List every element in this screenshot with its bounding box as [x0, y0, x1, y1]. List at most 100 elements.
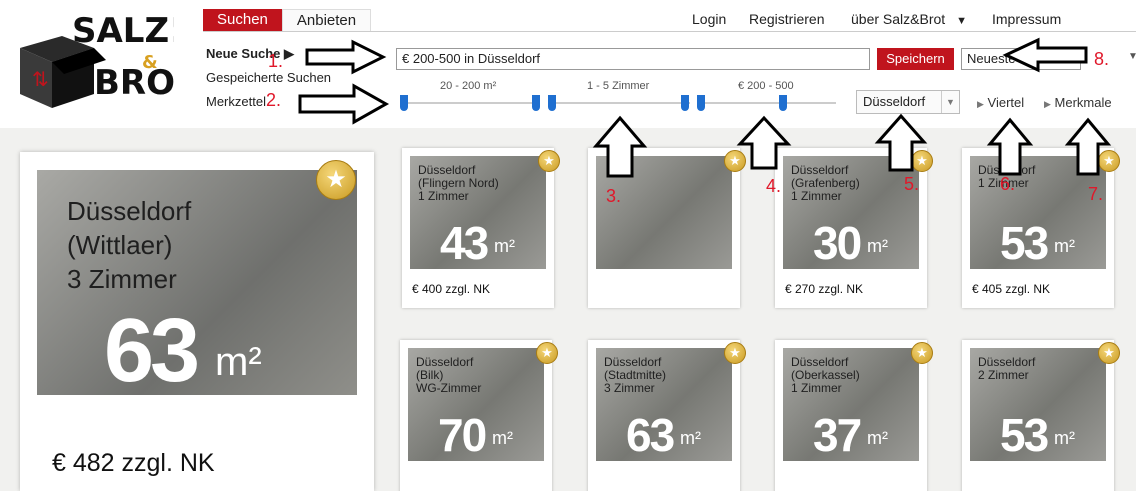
listing-area: 70 [438, 409, 487, 461]
listing-unit: m² [867, 428, 888, 448]
listing-location: Düsseldorf (Bilk) WG-Zimmer [416, 356, 481, 395]
listing-location: Düsseldorf (Stadtmitte) 3 Zimmer [604, 356, 666, 395]
featured-area: 63 [104, 301, 200, 401]
listing-price: € 400 zzgl. NK [412, 282, 491, 296]
annotation-label: 6. [1000, 174, 1016, 194]
area-min-handle[interactable] [400, 95, 408, 111]
area-max-handle[interactable] [532, 95, 540, 111]
chevron-down-icon: ▼ [941, 91, 959, 113]
price-slider-label: € 200 - 500 [738, 80, 794, 92]
features-link-label: Merkmale [1054, 95, 1112, 110]
listing-rooms: 1 Zimmer [791, 189, 842, 203]
login-link[interactable]: Login [692, 11, 726, 27]
area-slider-label: 20 - 200 m² [440, 80, 497, 92]
save-search-button[interactable]: Speichern [877, 48, 954, 70]
listing-unit: m² [867, 236, 888, 256]
listing-card[interactable]: Düsseldorf (Flingern Nord) 1 Zimmer 43 m² € 4… [402, 148, 554, 308]
listing-card[interactable]: Düsseldorf (Grafenberg) 1 Zimmer 30 m² € 270 … [775, 148, 927, 308]
district-link[interactable]: ▶ Viertel [977, 95, 1024, 110]
listing-location: Düsseldorf (Grafenberg) 1 Zimmer [791, 164, 860, 203]
annotation-label: 2. [266, 90, 282, 110]
main-tabs: Suchen Anbieten [203, 9, 372, 31]
logo-text-2: BROT [94, 63, 174, 103]
price-max-handle[interactable] [779, 95, 787, 111]
annotation-arrow-up [736, 115, 792, 170]
sort-chevron-icon[interactable]: ▼ [1128, 51, 1136, 62]
annotation-label: 8. [1094, 49, 1110, 69]
featured-listing-card[interactable]: Düsseldorf (Wittlaer) 3 Zimmer 63 m² € 4… [20, 152, 374, 491]
rooms-slider-track[interactable] [550, 102, 690, 104]
annotation-label: 4. [766, 176, 782, 196]
features-link[interactable]: ▶ Merkmale [1044, 95, 1112, 110]
listing-location: Düsseldorf 2 Zimmer [978, 356, 1035, 382]
svg-text:⇅: ⇅ [32, 67, 49, 91]
listing-price: € 270 zzgl. NK [785, 282, 864, 296]
listing-rooms: 3 Zimmer [604, 381, 655, 395]
listing-unit: m² [680, 428, 701, 448]
star-icon[interactable]: ★ [538, 150, 560, 172]
listing-card[interactable]: Düsseldorf (Stadtmitte) 3 Zimmer 63 m² [588, 340, 740, 491]
annotation-arrow-up [986, 117, 1034, 176]
listing-rooms: 2 Zimmer [978, 368, 1029, 382]
city-select[interactable]: Düsseldorf ▼ [856, 90, 960, 114]
annotation-arrow-right [298, 83, 390, 125]
logo-text-1: SALZ! [72, 11, 174, 51]
area-slider-track[interactable] [404, 102, 540, 104]
chevron-down-icon: ▼ [956, 15, 967, 27]
triangle-right-icon: ▶ [977, 99, 984, 109]
rooms-max-handle[interactable] [681, 95, 689, 111]
listing-unit: m² [1054, 428, 1075, 448]
listing-rooms: 1 Zimmer [418, 189, 469, 203]
featured-location: Düsseldorf (Wittlaer) 3 Zimmer [67, 194, 191, 296]
listing-unit: m² [1054, 236, 1075, 256]
listing-unit: m² [492, 428, 513, 448]
rooms-slider-label: 1 - 5 Zimmer [587, 80, 650, 92]
listing-photo: Düsseldorf (Oberkassel) 1 Zimmer 37 m² [783, 348, 919, 461]
listing-photo: Düsseldorf (Flingern Nord) 1 Zimmer 43 m² [410, 156, 546, 269]
listing-card[interactable]: Düsseldorf (Oberkassel) 1 Zimmer 37 m² [775, 340, 927, 491]
price-slider-track[interactable] [700, 102, 836, 104]
star-icon[interactable]: ★ [536, 342, 558, 364]
triangle-right-icon: ▶ [1044, 99, 1051, 109]
listing-unit: m² [494, 236, 515, 256]
featured-unit: m² [215, 340, 262, 384]
tab-suchen[interactable]: Suchen [203, 9, 282, 31]
listing-photo: Düsseldorf (Stadtmitte) 3 Zimmer 63 m² [596, 348, 732, 461]
district-link-label: Viertel [987, 95, 1025, 110]
featured-district: (Wittlaer) [67, 230, 173, 260]
tab-anbieten[interactable]: Anbieten [281, 9, 372, 31]
annotation-arrow-left [1002, 37, 1088, 73]
listing-price: € 405 zzgl. NK [972, 282, 1051, 296]
listing-location: Düsseldorf (Flingern Nord) 1 Zimmer [418, 164, 499, 203]
rooms-min-handle[interactable] [548, 95, 556, 111]
annotation-arrow-right [305, 39, 387, 75]
tab-divider [203, 31, 1136, 32]
listing-location: Düsseldorf (Oberkassel) 1 Zimmer [791, 356, 860, 395]
star-icon[interactable]: ★ [724, 342, 746, 364]
annotation-arrow-up [592, 115, 648, 178]
register-link[interactable]: Registrieren [749, 11, 824, 27]
listing-area: 63 [626, 409, 675, 461]
featured-rooms: 3 Zimmer [67, 264, 177, 294]
imprint-link[interactable]: Impressum [992, 11, 1061, 27]
about-menu-label: über Salz&Brot [851, 11, 946, 27]
listing-photo: Düsseldorf (Grafenberg) 1 Zimmer 30 m² [783, 156, 919, 269]
annotation-label: 5. [904, 174, 920, 194]
listing-rooms: WG-Zimmer [416, 381, 482, 395]
annotation-label: 1. [268, 51, 284, 71]
header: ⇅ SALZ! & BROT Suchen Anbieten Login Reg… [0, 0, 1136, 128]
city-select-value: Düsseldorf [863, 94, 926, 109]
price-min-handle[interactable] [697, 95, 705, 111]
about-menu[interactable]: über Salz&Brot ▼ [851, 11, 967, 27]
star-icon[interactable]: ★ [316, 160, 356, 200]
search-input[interactable]: € 200-500 in Düsseldorf [396, 48, 870, 70]
listing-area: 37 [813, 409, 862, 461]
star-icon[interactable]: ★ [1098, 342, 1120, 364]
listing-card[interactable]: Düsseldorf 2 Zimmer 53 m² [962, 340, 1114, 491]
logo[interactable]: ⇅ SALZ! & BROT [14, 8, 174, 108]
star-icon[interactable]: ★ [911, 342, 933, 364]
listing-card[interactable]: Düsseldorf (Bilk) WG-Zimmer 70 m² [400, 340, 552, 491]
listing-area: 53 [1000, 217, 1049, 269]
featured-price: € 482 zzgl. NK [52, 449, 215, 477]
featured-city: Düsseldorf [67, 196, 192, 226]
